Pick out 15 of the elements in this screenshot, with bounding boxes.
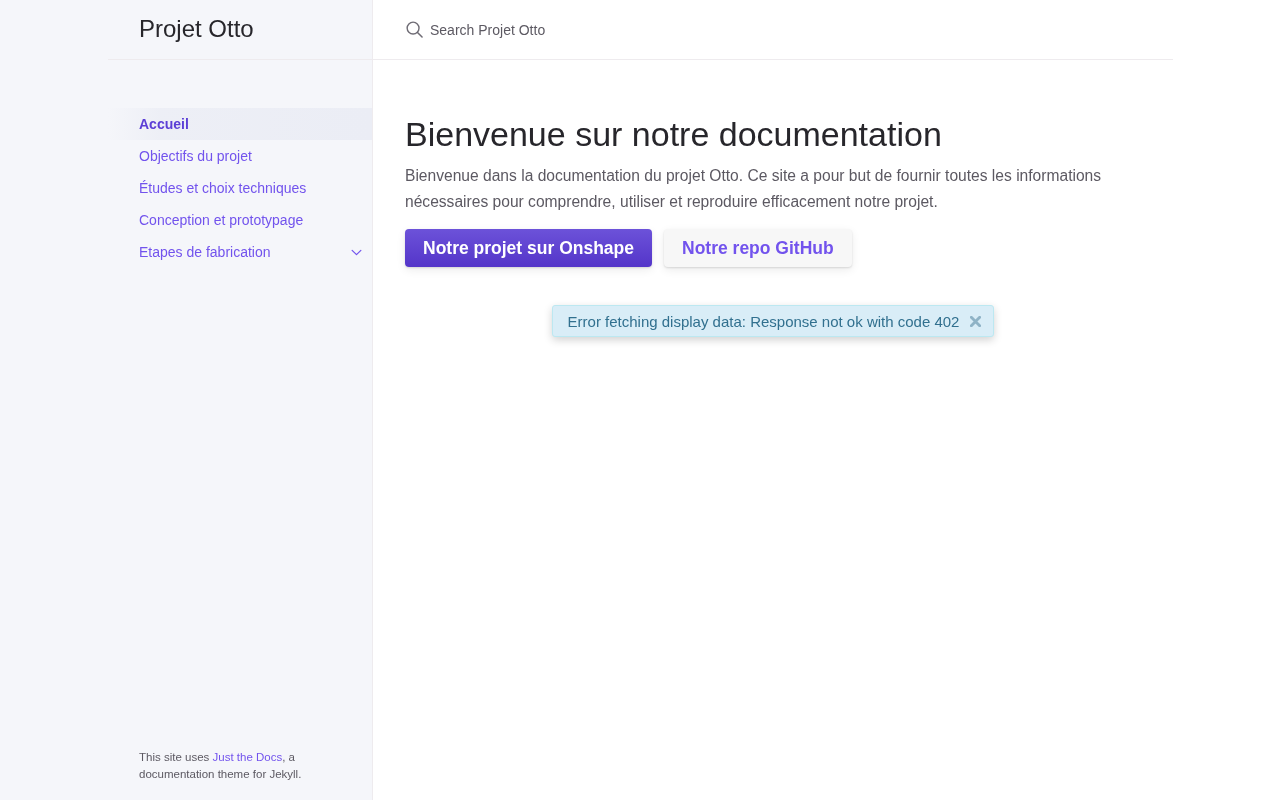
nav-link[interactable]: Objectifs du projet xyxy=(108,140,372,172)
search-field[interactable]: Search Projet Otto xyxy=(430,21,730,38)
footer-text: This site uses Just the Docs, a documentation theme for Jekyll. xyxy=(139,750,303,782)
page-heading: Bienvenue sur notre documentation xyxy=(405,114,943,155)
alert-message: Error fetching display data: Response not ok with code 402 xyxy=(567,312,960,330)
nav-link[interactable]: Conception et prototypage xyxy=(108,204,372,236)
intro-paragraph: Bienvenue dans la documentation du projet Otto. Ce site a pour but de fournir toutes les informations nécessaires pour comprendre, utiliser et reproduire efficacement notre projet. xyxy=(405,166,1103,212)
close-icon xyxy=(970,315,982,327)
search-icon xyxy=(406,21,423,38)
site-title[interactable]: Projet Otto xyxy=(139,15,254,44)
nav-link[interactable]: Etapes de fabrication xyxy=(108,236,372,268)
primary-button[interactable]: Notre projet sur Onshape xyxy=(405,229,652,267)
secondary-button[interactable]: Notre repo GitHub xyxy=(664,229,852,267)
close-button[interactable] xyxy=(970,315,982,327)
nav-link[interactable]: Études et choix techniques xyxy=(108,172,372,204)
